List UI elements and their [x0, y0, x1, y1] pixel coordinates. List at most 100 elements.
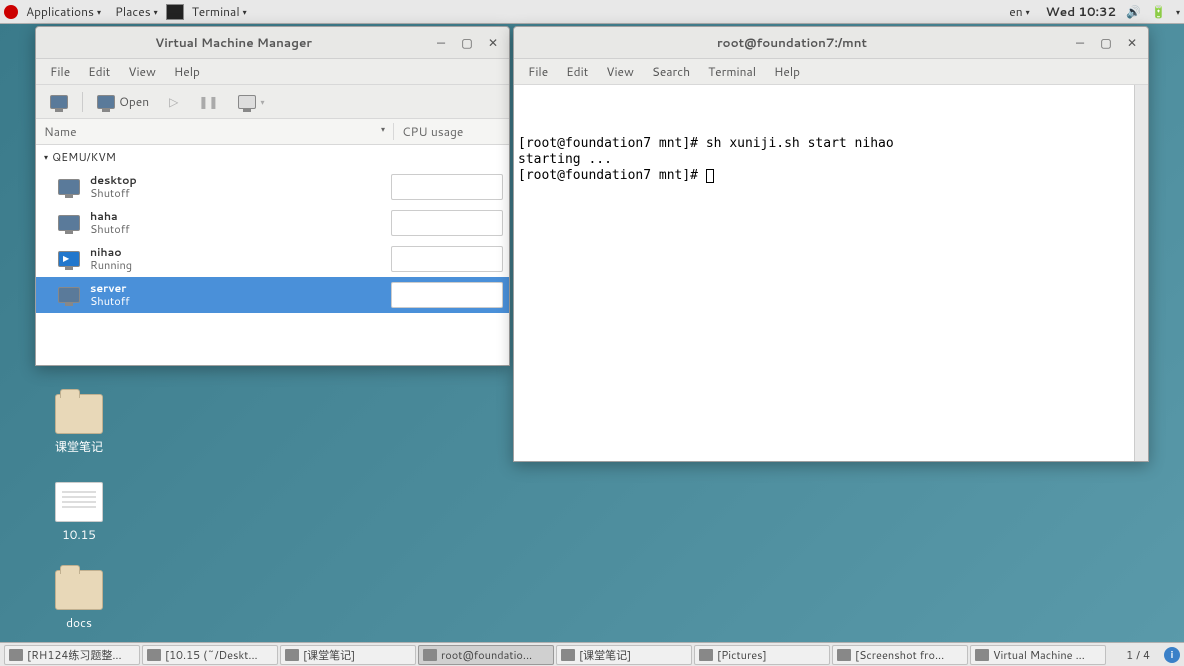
task-icon: [423, 649, 437, 661]
taskbar-task[interactable]: [课堂笔记]: [556, 645, 692, 665]
terminal-menu[interactable]: Terminal ▾: [186, 1, 253, 22]
desktop-icon-label: docs: [34, 614, 124, 631]
task-label: [RH124练习题整...: [27, 647, 122, 663]
connection-row[interactable]: ▾QEMU/KVM: [36, 145, 509, 169]
top-panel: Applications ▾ Places ▾ Terminal ▾ en ▾ …: [0, 0, 1184, 24]
close-button[interactable]: ✕: [485, 35, 501, 51]
task-icon: [975, 649, 989, 661]
terminal-titlebar[interactable]: root@foundation7:/mnt — ▢ ✕: [514, 27, 1148, 59]
terminal-line: starting ...: [518, 152, 1144, 168]
cpu-column-header[interactable]: CPU usage: [394, 123, 509, 140]
file-icon: [55, 482, 103, 522]
name-column-header[interactable]: Name▾: [36, 123, 394, 140]
menu-terminal[interactable]: Terminal: [700, 60, 764, 83]
system-menu[interactable]: ▾: [1176, 6, 1180, 18]
vm-state: Shutoff: [90, 295, 130, 308]
volume-icon[interactable]: 🔊: [1126, 3, 1141, 20]
desktop-icon-label: 10.15: [34, 526, 124, 543]
battery-icon[interactable]: 🔋: [1151, 3, 1166, 20]
scrollbar[interactable]: [1134, 85, 1148, 461]
terminal-body[interactable]: [root@foundation7 mnt]# sh xuniji.sh sta…: [514, 85, 1148, 461]
distro-icon: [4, 5, 18, 19]
vm-state-icon: [58, 287, 80, 303]
folder-icon: [55, 394, 103, 434]
vm-state: Running: [90, 259, 132, 272]
vmm-column-headers: Name▾ CPU usage: [36, 119, 509, 145]
bottom-panel: [RH124练习题整... [10.15 (~/Deskt... [课堂笔记] roo…: [0, 642, 1184, 666]
terminal-menubar: FileEditViewSearchTerminalHelp: [514, 59, 1148, 85]
desktop[interactable]: 课堂笔记 10.15 docs Virtual Machine Manager — …: [0, 24, 1184, 642]
taskbar-task[interactable]: [Screenshot fro...: [832, 645, 968, 665]
vm-state-icon: [58, 179, 80, 195]
task-label: [课堂笔记]: [303, 647, 355, 663]
desktop-icon-课堂笔记[interactable]: 课堂笔记: [34, 394, 124, 455]
cursor: [706, 169, 714, 183]
folder-icon: [55, 570, 103, 610]
minimize-button[interactable]: —: [433, 35, 449, 51]
menu-file[interactable]: File: [42, 60, 78, 83]
task-icon: [699, 649, 713, 661]
task-icon: [837, 649, 851, 661]
task-icon: [147, 649, 161, 661]
taskbar-task[interactable]: [Pictures]: [694, 645, 830, 665]
info-icon[interactable]: i: [1164, 647, 1180, 663]
menu-help[interactable]: Help: [766, 60, 808, 83]
taskbar-task[interactable]: [10.15 (~/Deskt...: [142, 645, 278, 665]
vm-row-haha[interactable]: hahaShutoff: [36, 205, 509, 241]
task-label: [Screenshot fro...: [855, 647, 944, 663]
task-icon: [561, 649, 575, 661]
vm-row-server[interactable]: serverShutoff: [36, 277, 509, 313]
run-button[interactable]: ▷: [163, 89, 184, 114]
task-icon: [285, 649, 299, 661]
expand-icon: ▾: [44, 151, 48, 163]
applications-menu[interactable]: Applications ▾: [20, 1, 107, 22]
desktop-icon-docs[interactable]: docs: [34, 570, 124, 631]
taskbar-task[interactable]: [RH124练习题整...: [4, 645, 140, 665]
taskbar-task[interactable]: root@foundatio...: [418, 645, 554, 665]
input-lang[interactable]: en ▾: [1003, 1, 1035, 22]
maximize-button[interactable]: ▢: [1098, 35, 1114, 51]
sort-icon: ▾: [381, 123, 385, 140]
menu-edit[interactable]: Edit: [558, 60, 596, 83]
monitor-icon: [238, 95, 256, 109]
menu-view[interactable]: View: [120, 60, 164, 83]
task-label: [Pictures]: [717, 647, 767, 663]
vmm-title: Virtual Machine Manager: [44, 34, 423, 51]
terminal-app-icon: [166, 4, 184, 20]
places-menu[interactable]: Places ▾: [109, 1, 164, 22]
new-vm-button[interactable]: [44, 91, 74, 113]
cpu-sparkline: [391, 174, 503, 200]
shutdown-button[interactable]: ▾: [232, 91, 270, 113]
cpu-sparkline: [391, 210, 503, 236]
clock[interactable]: Wed 10:32: [1046, 3, 1116, 20]
task-label: root@foundatio...: [441, 647, 532, 663]
terminal-window: root@foundation7:/mnt — ▢ ✕ FileEditView…: [513, 26, 1149, 462]
taskbar-task[interactable]: [课堂笔记]: [280, 645, 416, 665]
pause-button[interactable]: ❚❚: [192, 89, 224, 114]
terminal-title: root@foundation7:/mnt: [522, 34, 1062, 51]
menu-help[interactable]: Help: [166, 60, 208, 83]
vm-row-nihao[interactable]: nihaoRunning: [36, 241, 509, 277]
desktop-icon-10.15[interactable]: 10.15: [34, 482, 124, 543]
menu-search[interactable]: Search: [644, 60, 698, 83]
taskbar-task[interactable]: Virtual Machine ...: [970, 645, 1106, 665]
vm-row-desktop[interactable]: desktopShutoff: [36, 169, 509, 205]
task-label: [10.15 (~/Deskt...: [165, 647, 258, 663]
workspace-indicator[interactable]: 1 / 4: [1118, 647, 1158, 663]
menu-view[interactable]: View: [598, 60, 642, 83]
close-button[interactable]: ✕: [1124, 35, 1140, 51]
vm-state-icon: [58, 251, 80, 267]
task-icon: [9, 649, 23, 661]
menu-edit[interactable]: Edit: [80, 60, 118, 83]
vmm-vm-list[interactable]: ▾QEMU/KVM desktopShutoffhahaShutoffnihao…: [36, 145, 509, 365]
open-button[interactable]: Open: [91, 89, 155, 114]
menu-file[interactable]: File: [520, 60, 556, 83]
minimize-button[interactable]: —: [1072, 35, 1088, 51]
cpu-sparkline: [391, 282, 503, 308]
vmm-window: Virtual Machine Manager — ▢ ✕ FileEditVi…: [35, 26, 510, 366]
monitor-icon: [50, 95, 68, 109]
vmm-titlebar[interactable]: Virtual Machine Manager — ▢ ✕: [36, 27, 509, 59]
vmm-menubar: FileEditViewHelp: [36, 59, 509, 85]
maximize-button[interactable]: ▢: [459, 35, 475, 51]
task-label: [课堂笔记]: [579, 647, 631, 663]
